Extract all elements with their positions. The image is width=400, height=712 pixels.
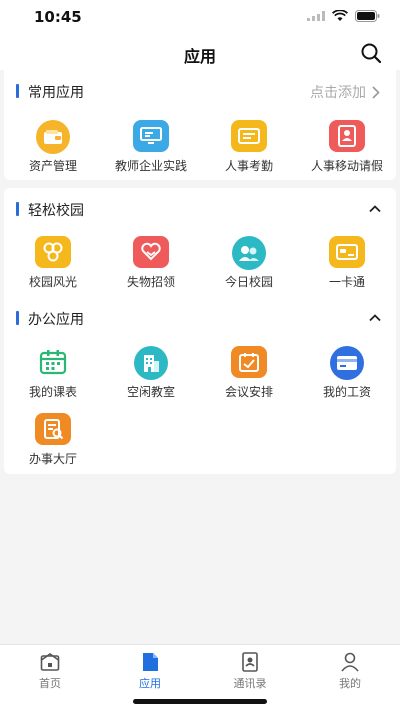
common-apps-header: 常用应用 点击添加 (4, 80, 396, 102)
app-label: 人事考勤 (224, 159, 273, 173)
meeting-icon (231, 346, 267, 378)
app-label: 校园风光 (28, 275, 77, 289)
app-label: 我的工资 (322, 385, 371, 399)
app-label: 失物招领 (126, 275, 175, 289)
contacts-icon (242, 652, 258, 672)
tab-contacts[interactable]: 通讯录 (200, 649, 300, 690)
wallet-icon (36, 120, 70, 154)
signal-icon (307, 11, 325, 21)
chevron-right-icon (372, 85, 380, 99)
app-label: 人事移动请假 (310, 159, 383, 173)
section-title: 轻松校园 (28, 203, 84, 219)
app-label: 资产管理 (28, 159, 77, 173)
chevron-up-icon[interactable] (368, 202, 382, 216)
wifi-icon (332, 10, 348, 21)
app-label: 一卡通 (328, 275, 365, 289)
building-icon (134, 346, 168, 380)
section-accent-bar (16, 311, 19, 325)
campus-header[interactable]: 轻松校园 (4, 198, 396, 220)
hexagons-icon (35, 236, 71, 268)
service-hall-icon (35, 413, 71, 445)
app-label: 教师企业实践 (114, 159, 187, 173)
tab-label: 应用 (139, 677, 161, 690)
id-card-icon (231, 120, 267, 152)
app-free-classroom[interactable]: 空闲教室 (102, 346, 200, 412)
card-icon (329, 236, 365, 268)
tab-apps[interactable]: 应用 (100, 649, 200, 690)
status-bar: 10:45 (0, 0, 400, 36)
app-label: 空闲教室 (126, 385, 175, 399)
header: 应用 (0, 36, 400, 70)
status-icons (307, 10, 380, 22)
app-label: 今日校园 (224, 275, 273, 289)
add-apps-button[interactable]: 点击添加 (310, 82, 380, 102)
battery-icon (355, 10, 380, 22)
tab-label: 首页 (39, 677, 61, 690)
tab-label: 我的 (339, 677, 361, 690)
home-icon (40, 653, 60, 671)
apps-card: 轻松校园 校园风光 失物招领 今日校园 一卡通 办公应用 我的课表 空闲教室 会… (4, 188, 396, 474)
app-teacher-practice[interactable]: 教师企业实践 (102, 120, 200, 186)
tab-profile[interactable]: 我的 (300, 649, 400, 690)
apps-icon (143, 653, 158, 671)
search-icon[interactable] (360, 42, 382, 64)
tab-label: 通讯录 (233, 677, 267, 690)
section-title: 常用应用 (28, 85, 84, 101)
app-today-campus[interactable]: 今日校园 (200, 236, 298, 302)
app-campus-scenery[interactable]: 校园风光 (4, 236, 102, 302)
app-asset-management[interactable]: 资产管理 (4, 120, 102, 186)
app-attendance[interactable]: 人事考勤 (200, 120, 298, 186)
profile-icon (341, 652, 359, 672)
app-mobile-leave[interactable]: 人事移动请假 (298, 120, 396, 186)
app-label: 我的课表 (28, 385, 77, 399)
app-lost-found[interactable]: 失物招领 (102, 236, 200, 302)
leave-form-icon (329, 120, 365, 152)
section-accent-bar (16, 84, 19, 98)
common-apps-section: 常用应用 点击添加 资产管理 教师企业实践 人事考勤 人事移动请假 (4, 68, 396, 180)
app-label: 办事大厅 (28, 452, 77, 466)
app-my-salary[interactable]: 我的工资 (298, 346, 396, 412)
app-my-schedule[interactable]: 我的课表 (4, 346, 102, 412)
salary-card-icon (330, 346, 364, 380)
app-label: 会议安排 (224, 385, 273, 399)
monitor-icon (133, 120, 169, 152)
app-service-hall[interactable]: 办事大厅 (4, 413, 102, 479)
app-campus-card[interactable]: 一卡通 (298, 236, 396, 302)
status-time: 10:45 (34, 8, 82, 26)
page-title: 应用 (183, 47, 216, 66)
section-title: 办公应用 (28, 312, 84, 328)
chevron-up-icon[interactable] (368, 311, 382, 325)
chat-people-icon (232, 236, 266, 270)
section-accent-bar (16, 202, 19, 216)
heart-hand-icon (133, 236, 169, 268)
office-header[interactable]: 办公应用 (4, 307, 396, 329)
app-meeting-arrangement[interactable]: 会议安排 (200, 346, 298, 412)
tab-home[interactable]: 首页 (0, 649, 100, 690)
add-apps-label: 点击添加 (310, 85, 366, 101)
home-indicator (133, 699, 267, 704)
calendar-icon (35, 346, 71, 378)
